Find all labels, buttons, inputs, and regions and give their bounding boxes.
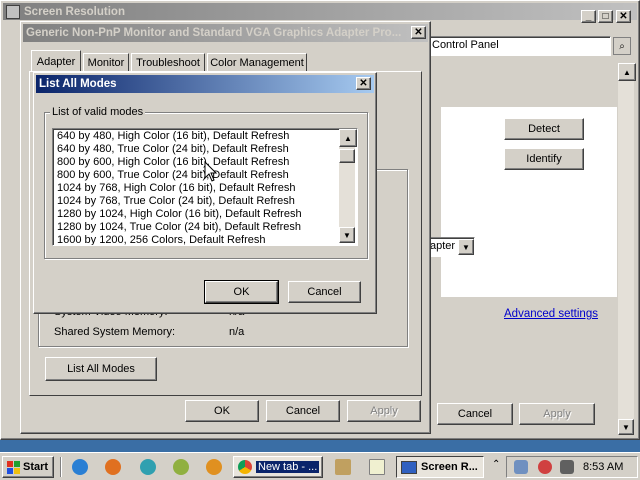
media-icon[interactable]: [206, 459, 222, 475]
bg-apply-button[interactable]: Apply: [519, 403, 595, 425]
props-ok-button[interactable]: OK: [185, 400, 259, 422]
display-icon: [401, 460, 417, 474]
info-label-shared-memory: Shared System Memory:: [54, 326, 176, 338]
modes-scroll-thumb[interactable]: [339, 149, 355, 163]
maximize-button[interactable]: □: [598, 10, 613, 23]
tray-chevron-icon[interactable]: ⌃: [492, 459, 500, 470]
ie-icon[interactable]: [72, 459, 88, 475]
task-new-tab[interactable]: New tab - ...: [233, 456, 323, 478]
screen-resolution-titlebar: Screen Resolution: [3, 3, 637, 20]
start-button[interactable]: Start: [2, 456, 54, 478]
modes-ok-button[interactable]: OK: [204, 280, 279, 304]
detect-button[interactable]: Detect: [504, 118, 584, 140]
modes-list: 640 by 480, High Color (16 bit), Default…: [55, 130, 339, 245]
list-item[interactable]: 1280 by 1024, True Color (24 bit), Defau…: [55, 221, 339, 234]
minimize-button[interactable]: _: [581, 10, 596, 23]
app-icon[interactable]: [173, 459, 189, 475]
list-all-modes-button[interactable]: List All Modes: [45, 357, 157, 381]
list-all-modes-title: List All Modes: [39, 78, 117, 90]
modes-scroll-up-arrow[interactable]: ▲: [339, 129, 357, 147]
info-value-shared-memory: n/a: [229, 326, 245, 338]
list-item[interactable]: 1024 by 768, True Color (24 bit), Defaul…: [55, 195, 339, 208]
tab-color-management[interactable]: Color Management: [207, 53, 307, 72]
list-item[interactable]: 1024 by 768, High Color (16 bit), Defaul…: [55, 182, 339, 195]
valid-modes-group-label: List of valid modes: [50, 106, 146, 118]
volume-icon[interactable]: [560, 460, 574, 474]
network-icon[interactable]: [514, 460, 528, 474]
bg-cancel-button[interactable]: Cancel: [437, 403, 513, 425]
tab-monitor[interactable]: Monitor: [83, 53, 129, 72]
props-cancel-button[interactable]: Cancel: [266, 400, 340, 422]
tool-icon[interactable]: [335, 459, 351, 475]
mouse-cursor-icon: [204, 161, 218, 182]
taskbar: Start New tab - ... Screen R... ⌃ 8:53 A…: [0, 452, 640, 480]
chevron-down-icon[interactable]: ▼: [458, 239, 474, 255]
task-screen-resolution[interactable]: Screen R...: [396, 456, 484, 478]
firefox-icon[interactable]: [105, 459, 121, 475]
properties-title: Generic Non-PnP Monitor and Standard VGA…: [26, 27, 402, 39]
windows-logo-icon: [7, 460, 20, 474]
list-item[interactable]: 800 by 600, High Color (16 bit), Default…: [55, 156, 339, 169]
properties-titlebar: Generic Non-PnP Monitor and Standard VGA…: [23, 24, 428, 42]
list-item[interactable]: 800 by 600, True Color (24 bit), Default…: [55, 169, 339, 182]
keyboard-icon[interactable]: [538, 460, 552, 474]
tab-troubleshoot[interactable]: Troubleshoot: [131, 53, 205, 72]
modes-scrollbar[interactable]: ▲ ▼: [339, 129, 357, 243]
list-item[interactable]: 640 by 480, True Color (24 bit), Default…: [55, 143, 339, 156]
modes-close-button[interactable]: ✕: [356, 77, 371, 90]
window-icon: [6, 4, 20, 19]
clock: 8:53 AM: [583, 461, 624, 473]
modes-cancel-button[interactable]: Cancel: [288, 281, 361, 303]
list-item[interactable]: 1280 by 1024, High Color (16 bit), Defau…: [55, 208, 339, 221]
advanced-settings-link[interactable]: Advanced settings: [504, 308, 598, 320]
quicklaunch-divider: [60, 457, 62, 477]
close-button[interactable]: ✕: [616, 10, 631, 23]
props-apply-button[interactable]: Apply: [347, 400, 421, 422]
notepad-icon[interactable]: [369, 459, 385, 475]
window-scrollbar[interactable]: ▲ ▼: [618, 63, 636, 435]
scroll-up-arrow[interactable]: ▲: [618, 63, 636, 81]
modes-scroll-down-arrow[interactable]: ▼: [339, 227, 355, 243]
address-text: Control Panel: [432, 39, 499, 51]
screen-resolution-title: Screen Resolution: [24, 5, 125, 18]
list-all-modes-titlebar: List All Modes: [36, 75, 374, 93]
list-item[interactable]: 1600 by 1200, 256 Colors, Default Refres…: [55, 234, 339, 245]
properties-close-button[interactable]: ✕: [411, 26, 426, 39]
list-item[interactable]: 640 by 480, High Color (16 bit), Default…: [55, 130, 339, 143]
tab-adapter[interactable]: Adapter: [31, 50, 81, 72]
globe-icon[interactable]: [140, 459, 156, 475]
address-bar[interactable]: Control Panel: [427, 36, 611, 56]
scroll-down-arrow[interactable]: ▼: [618, 419, 634, 435]
list-all-modes-dialog: List All Modes ✕ List of valid modes 640…: [33, 72, 377, 314]
search-icon[interactable]: ⌕: [613, 37, 631, 55]
modes-listbox[interactable]: 640 by 480, High Color (16 bit), Default…: [52, 128, 358, 246]
identify-button[interactable]: Identify: [504, 148, 584, 170]
chrome-icon: [238, 460, 252, 474]
